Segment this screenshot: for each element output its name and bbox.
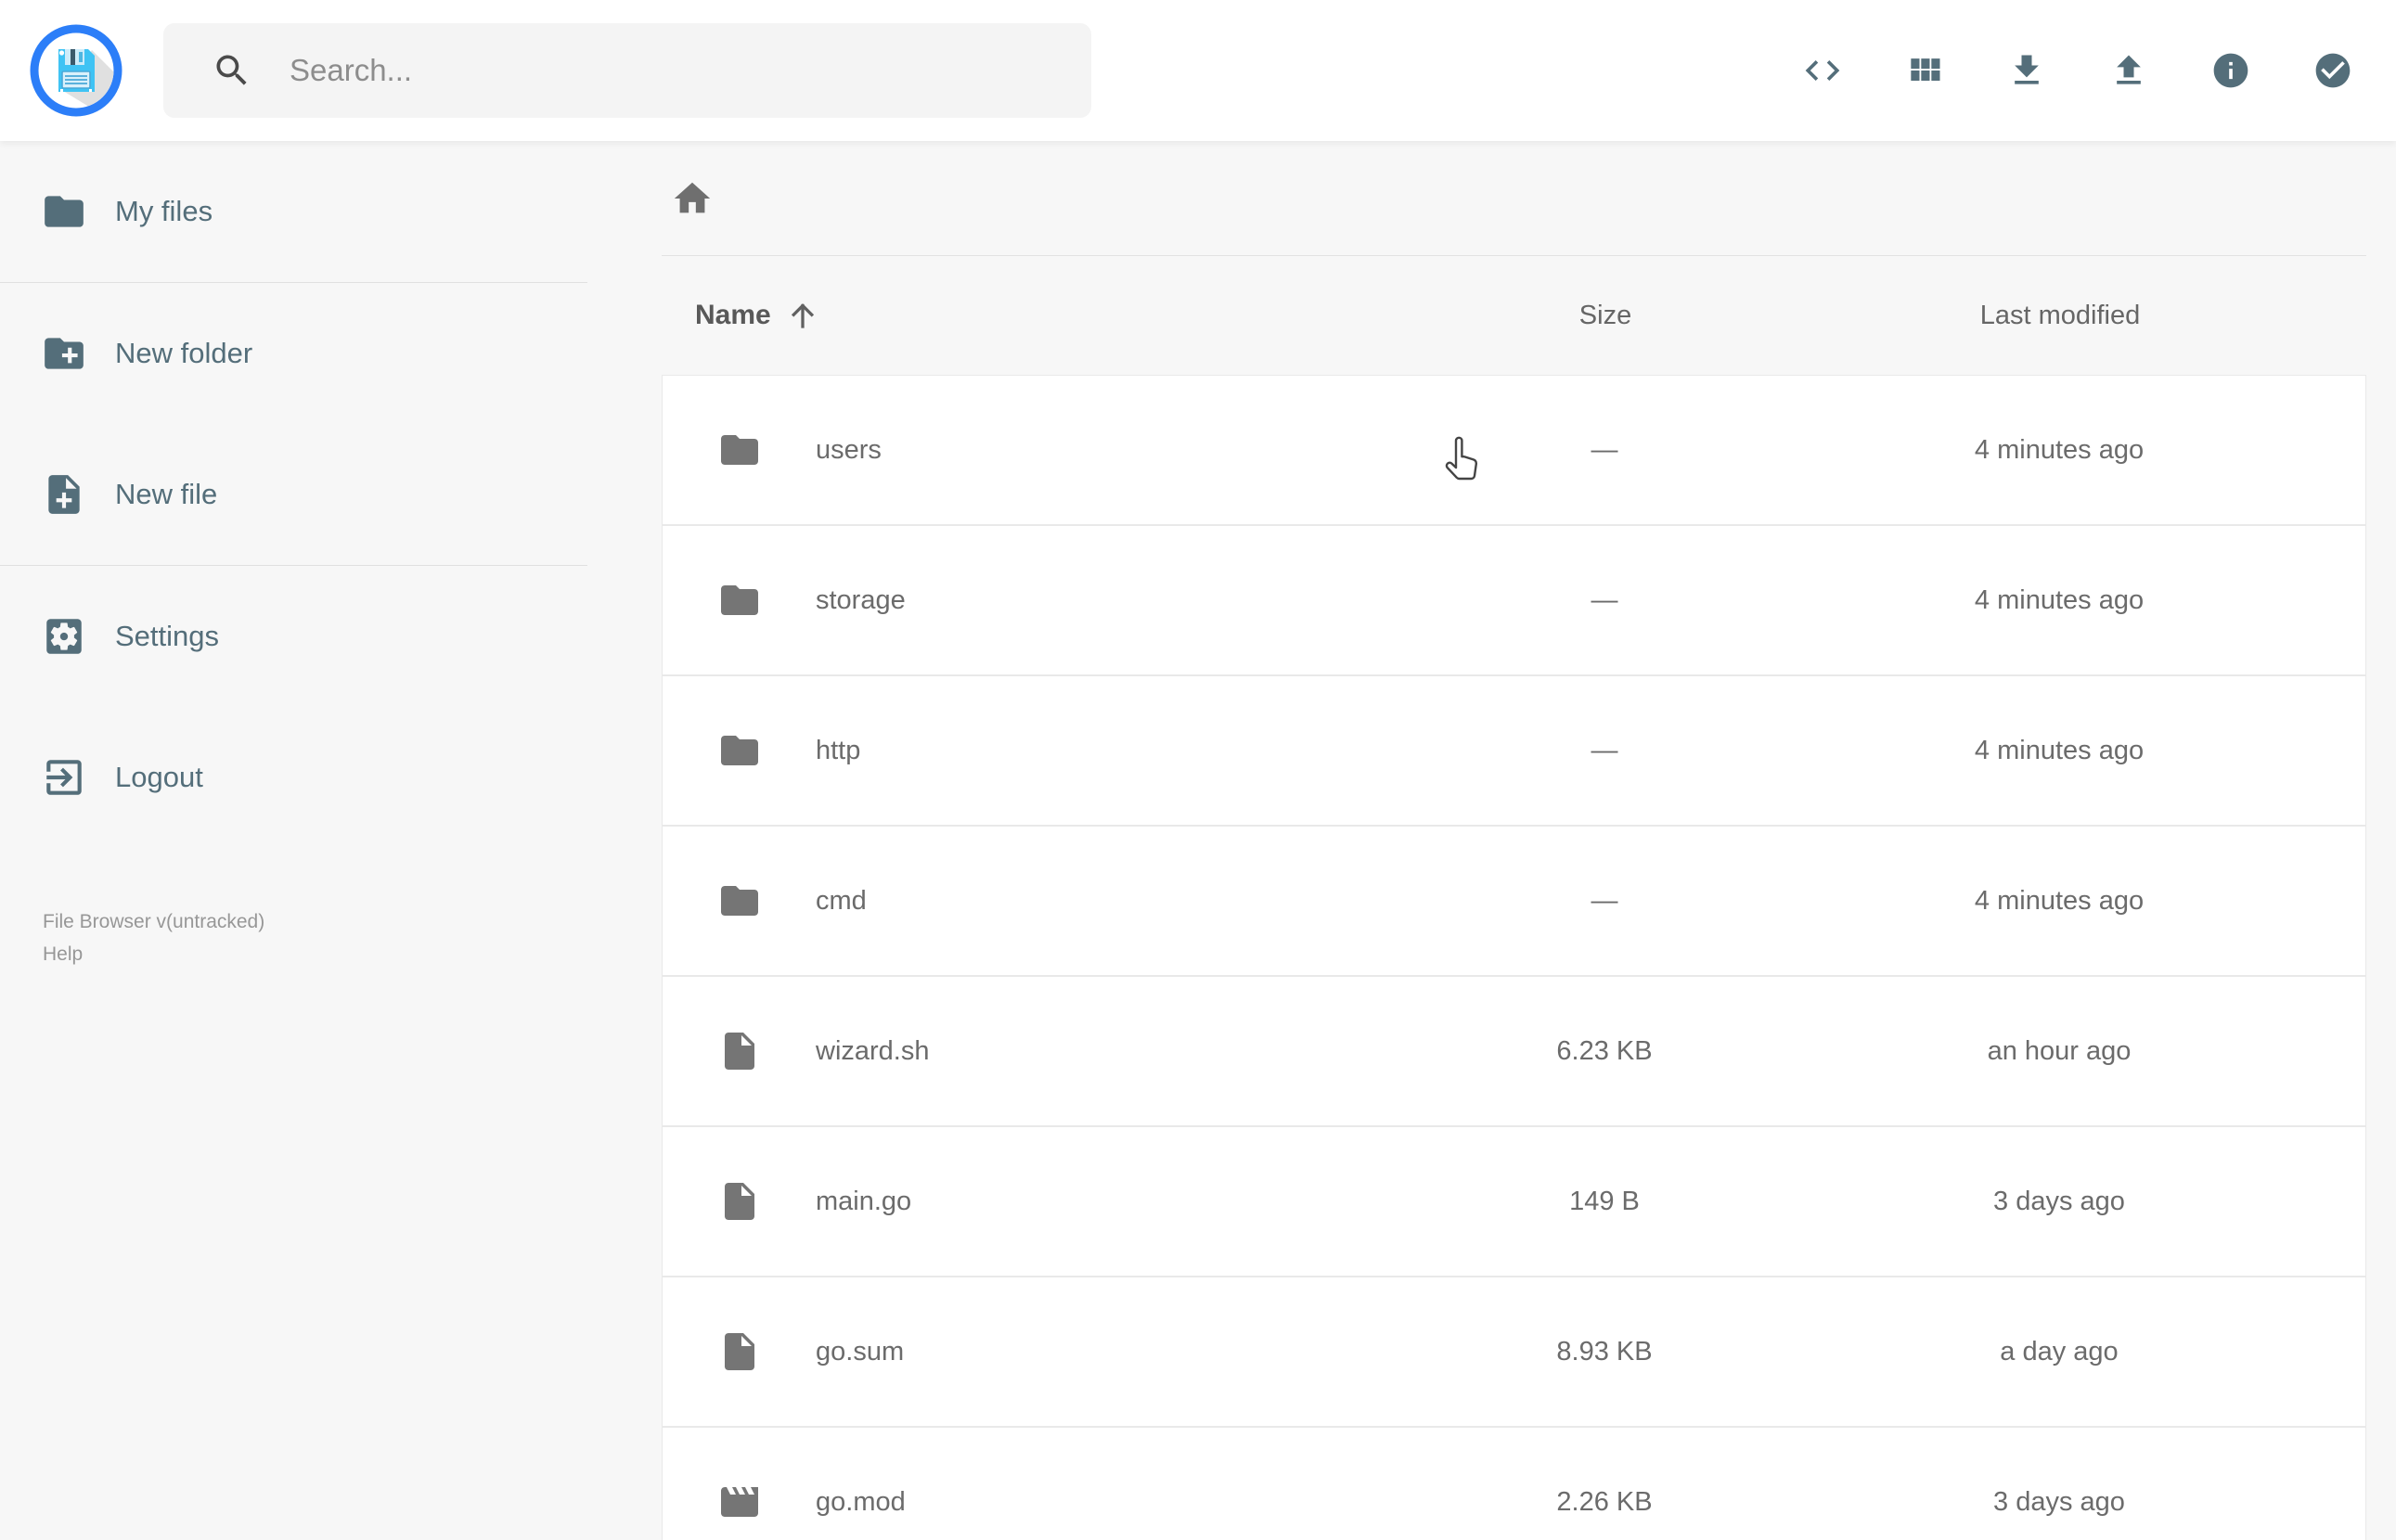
sort-by-size-header[interactable]: Size: [1411, 301, 1800, 331]
logout-icon: [46, 760, 82, 795]
sidebar-item-settings[interactable]: Settings: [0, 566, 612, 707]
file-icon: [717, 1329, 762, 1374]
item-name: go.sum: [816, 1336, 905, 1367]
movie-file-icon: [717, 1480, 762, 1524]
item-name: storage: [816, 584, 906, 615]
item-modified: 4 minutes ago: [1974, 434, 2145, 465]
list-item[interactable]: go.sum 8.93 KB a day ago: [662, 1277, 2366, 1427]
sidebar-item-label: Settings: [115, 620, 220, 652]
file-icon: [717, 1029, 762, 1073]
item-modified: 4 minutes ago: [1974, 584, 2145, 615]
item-name: main.go: [816, 1186, 912, 1216]
search-icon: [216, 55, 247, 85]
file-listing-area: Name Size Last modified users — 4 minute…: [612, 141, 2396, 1540]
item-size: —: [1591, 735, 1618, 765]
sort-by-name-header[interactable]: Name: [662, 299, 1411, 332]
select-multiple-icon[interactable]: [2312, 50, 2353, 91]
version-link[interactable]: File Browser v(untracked): [43, 905, 612, 938]
item-name: http: [816, 735, 861, 765]
item-modified: 3 days ago: [1993, 1486, 2125, 1517]
sidebar-item-label: New file: [115, 478, 218, 510]
item-size: 149 B: [1569, 1186, 1640, 1216]
sidebar-item-label: My files: [115, 195, 213, 227]
file-list: users — 4 minutes ago storage — 4 minute…: [662, 375, 2366, 1540]
sidebar-item-logout[interactable]: Logout: [0, 707, 612, 848]
breadcrumb: [662, 141, 2366, 256]
list-item[interactable]: http — 4 minutes ago: [662, 675, 2366, 826]
item-name: cmd: [816, 885, 867, 916]
sidebar-footer: File Browser v(untracked) Help: [43, 905, 612, 970]
sidebar: My files New folder New file Settings Lo…: [0, 141, 612, 970]
folder-icon: [45, 196, 84, 227]
sidebar-item-label: New folder: [115, 337, 253, 369]
list-item[interactable]: users — 4 minutes ago: [662, 375, 2366, 525]
grid-view-icon[interactable]: [1904, 50, 1945, 91]
item-size: 6.23 KB: [1556, 1035, 1653, 1066]
item-modified: 3 days ago: [1993, 1186, 2125, 1216]
search-input[interactable]: [288, 52, 1054, 89]
file-browser-logo[interactable]: [30, 24, 122, 117]
arrow-up-icon: [791, 303, 814, 328]
search-bar[interactable]: [163, 23, 1091, 118]
item-modified: 4 minutes ago: [1974, 735, 2145, 765]
folder-icon: [717, 879, 762, 923]
help-link[interactable]: Help: [43, 938, 612, 970]
sidebar-item-new-file[interactable]: New file: [0, 424, 612, 565]
sidebar-item-my-files[interactable]: My files: [0, 141, 612, 282]
sidebar-item-label: Logout: [115, 761, 203, 793]
list-item[interactable]: main.go 149 B 3 days ago: [662, 1126, 2366, 1277]
list-item[interactable]: go.mod 2.26 KB 3 days ago: [662, 1427, 2366, 1540]
item-name: wizard.sh: [816, 1035, 930, 1066]
home-icon[interactable]: [671, 174, 719, 223]
folder-icon: [717, 428, 762, 472]
list-header: Name Size Last modified: [662, 256, 2366, 375]
item-size: 2.26 KB: [1556, 1486, 1653, 1517]
file-icon: [717, 1179, 762, 1224]
file-browser-app: My files New folder New file Settings Lo…: [0, 0, 2396, 1540]
settings-icon: [46, 619, 82, 654]
list-item[interactable]: wizard.sh 6.23 KB an hour ago: [662, 976, 2366, 1126]
list-item[interactable]: storage — 4 minutes ago: [662, 525, 2366, 675]
sort-by-modified-header[interactable]: Last modified: [1800, 301, 2320, 331]
upload-icon[interactable]: [2108, 50, 2149, 91]
item-name: go.mod: [816, 1486, 906, 1517]
item-size: —: [1591, 434, 1618, 465]
column-name-label: Name: [695, 300, 771, 330]
item-size: 8.93 KB: [1556, 1336, 1653, 1367]
folder-icon: [717, 728, 762, 773]
new-file-icon: [48, 475, 80, 514]
item-modified: an hour ago: [1987, 1035, 2132, 1066]
toolbar-actions: [1802, 50, 2353, 91]
item-modified: 4 minutes ago: [1974, 885, 2145, 916]
list-item[interactable]: cmd — 4 minutes ago: [662, 826, 2366, 976]
code-icon[interactable]: [1802, 50, 1843, 91]
item-name: users: [816, 434, 882, 465]
item-size: —: [1591, 584, 1618, 615]
info-icon[interactable]: [2210, 50, 2251, 91]
download-icon[interactable]: [2006, 50, 2047, 91]
item-modified: a day ago: [2000, 1336, 2119, 1367]
folder-icon: [717, 578, 762, 622]
item-size: —: [1591, 885, 1618, 916]
top-bar: [0, 0, 2396, 141]
new-folder-icon: [45, 338, 84, 369]
sidebar-item-new-folder[interactable]: New folder: [0, 283, 612, 424]
